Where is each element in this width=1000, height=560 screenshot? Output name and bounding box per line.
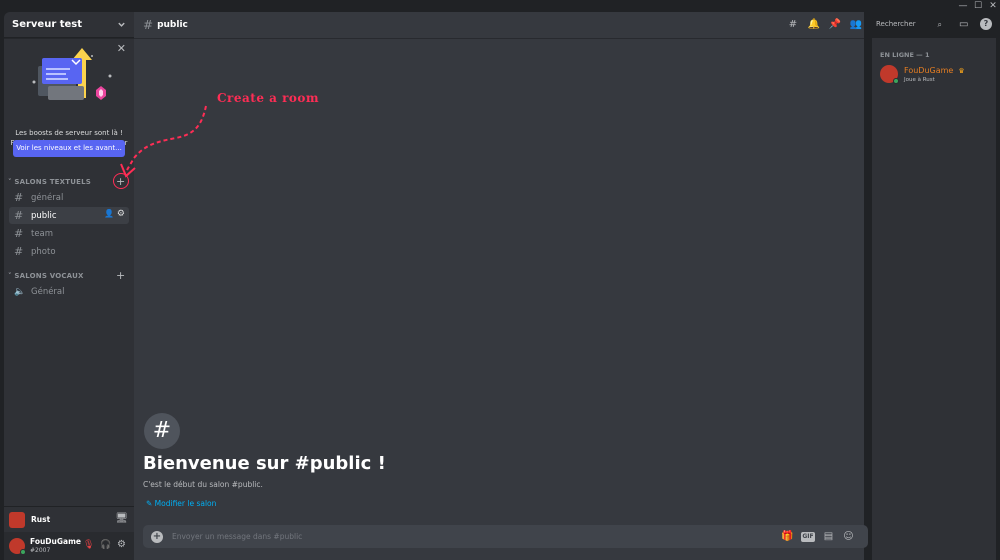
text-category-header[interactable]: ˅ SALONS TEXTUELS	[8, 178, 91, 186]
pencil-icon: ✎	[146, 499, 155, 508]
welcome-subtitle: C'est le début du salon #public.	[143, 480, 263, 489]
activity-game-name: Rust	[31, 515, 51, 524]
minimize-button[interactable]: —	[956, 0, 970, 12]
help-icon[interactable]: ?	[980, 18, 992, 30]
gif-icon[interactable]: GIF	[801, 532, 815, 542]
hash-icon: #	[14, 209, 24, 222]
chevron-down-icon	[118, 22, 125, 27]
invite-member-icon[interactable]: 👤	[104, 209, 114, 218]
member-item[interactable]: FouDuGame ♛ Joue à Rust	[880, 63, 965, 85]
online-status-dot	[20, 549, 26, 555]
inbox-icon[interactable]: ▭	[959, 19, 968, 30]
message-composer: + Envoyer un message dans #public 🎁 GIF …	[143, 525, 868, 548]
edit-channel-link[interactable]: ✎ Modifier le salon	[146, 499, 216, 508]
channel-general[interactable]: # général	[9, 189, 129, 206]
annotation-arrow-icon	[120, 105, 207, 178]
channel-name: Général	[31, 286, 65, 297]
gear-icon[interactable]: ⚙	[117, 209, 125, 219]
maximize-button[interactable]: ☐	[971, 0, 985, 12]
search-icon: ⌕	[937, 20, 942, 29]
speaker-icon: 🔈	[14, 286, 26, 297]
member-list-icon[interactable]: 👥	[849, 18, 863, 32]
gift-icon[interactable]: 🎁	[781, 530, 794, 543]
user-panel: FouDuGame #2007 🎙 🎧 ⚙	[4, 532, 134, 560]
channel-name: photo	[31, 246, 56, 257]
member-activity: Joue à Rust	[904, 77, 935, 83]
online-category: EN LIGNE — 1	[880, 51, 930, 59]
text-category-label: SALONS TEXTUELS	[14, 178, 91, 186]
boost-levels-button[interactable]: Voir les niveaux et les avant...	[13, 140, 125, 157]
channel-title: public	[157, 20, 188, 30]
voice-channel-general[interactable]: 🔈 Général	[9, 283, 129, 300]
channel-hash-icon: #	[144, 413, 180, 449]
avatar[interactable]	[9, 538, 26, 555]
sticker-icon[interactable]: ▤	[822, 530, 835, 543]
create-voice-channel-plus-icon[interactable]: +	[116, 270, 125, 282]
highlight-circle	[113, 173, 129, 189]
channel-photo[interactable]: # photo	[9, 243, 129, 260]
crown-icon: ♛	[958, 67, 965, 75]
online-status-dot	[893, 78, 899, 84]
channel-name: général	[31, 192, 64, 203]
message-input[interactable]: Envoyer un message dans #public	[172, 532, 302, 541]
channel-name: public	[31, 210, 57, 221]
member-name: FouDuGame	[904, 66, 954, 75]
hash-icon: #	[14, 245, 24, 258]
hash-icon: #	[14, 191, 24, 204]
pin-icon[interactable]: 📌	[828, 18, 842, 32]
close-window-button[interactable]: ✕	[986, 0, 1000, 12]
user-tag: #2007	[30, 547, 51, 554]
hash-icon: #	[14, 227, 24, 240]
channel-sidebar: Serveur test ✕ Les boosts de serveur son…	[4, 12, 134, 560]
voice-category-header[interactable]: ˅ SALONS VOCAUX	[8, 272, 84, 280]
activity-bar: Rust 🖥	[4, 506, 134, 532]
search-input[interactable]: Rechercher ⌕	[872, 17, 946, 32]
close-icon[interactable]: ✕	[117, 42, 126, 55]
channel-name: team	[31, 228, 54, 239]
channel-public[interactable]: # public 👤 ⚙	[9, 207, 129, 224]
game-icon	[9, 511, 25, 528]
boost-illustration-icon	[32, 48, 112, 100]
search-placeholder: Rechercher	[876, 20, 916, 28]
annotation-label: Create a room	[217, 91, 320, 105]
add-attachment-icon[interactable]: +	[151, 530, 163, 543]
hash-icon: #	[143, 18, 154, 32]
screen-share-icon[interactable]: 🖥	[115, 513, 128, 524]
channel-team[interactable]: # team	[9, 225, 129, 242]
emoji-icon[interactable]: ☺	[842, 530, 855, 543]
microphone-muted-icon[interactable]: 🎙	[83, 540, 94, 550]
server-header[interactable]: Serveur test	[4, 12, 134, 38]
welcome-title: Bienvenue sur #public !	[143, 453, 386, 474]
headphones-icon[interactable]: 🎧	[100, 540, 111, 550]
member-list: EN LIGNE — 1 FouDuGame ♛ Joue à Rust	[872, 38, 996, 560]
avatar	[880, 65, 899, 84]
voice-category-label: SALONS VOCAUX	[14, 272, 84, 280]
edit-channel-label: Modifier le salon	[154, 499, 217, 508]
channel-header: # public # 🔔 📌 👥	[134, 12, 864, 38]
server-name: Serveur test	[12, 19, 83, 30]
threads-icon[interactable]: #	[786, 18, 800, 32]
window-titlebar: — ☐ ✕	[0, 0, 1000, 12]
bell-icon[interactable]: 🔔	[807, 18, 821, 32]
gear-icon[interactable]: ⚙	[117, 539, 126, 550]
username: FouDuGame	[30, 537, 81, 546]
